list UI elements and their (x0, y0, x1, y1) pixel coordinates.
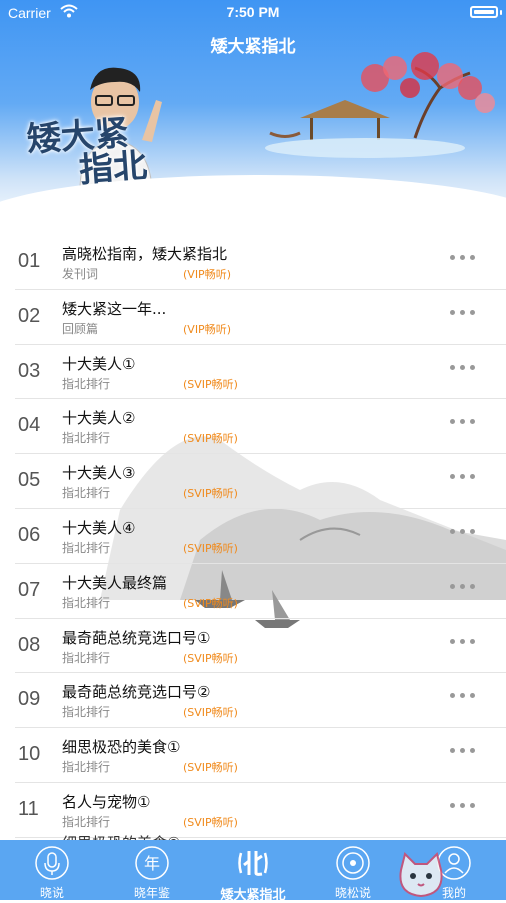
vip-badge: (SVIP畅听) (183, 815, 238, 829)
episode-row[interactable]: 11 名人与宠物① 指北排行 (SVIP畅听) (15, 783, 506, 838)
episode-category: 指北排行 (62, 486, 111, 501)
episode-number: 09 (18, 688, 41, 711)
status-bar: Carrier 7:50 PM (0, 0, 506, 26)
more-options-icon[interactable] (450, 474, 476, 480)
vip-badge: (SVIP畅听) (183, 432, 238, 446)
episode-row[interactable]: 09 最奇葩总统竞选口号② 指北排行 (SVIP畅听) (15, 673, 506, 729)
episode-title: 高晓松指南，矮大紧指北 (62, 245, 228, 263)
tab-label: 晓说 (39, 886, 64, 900)
episode-row[interactable]: 10 细思极恐的美食① 指北排行 (SVIP畅听) (15, 728, 506, 783)
episode-category: 指北排行 (62, 705, 111, 720)
tab-zhibei[interactable]: 矮大紧指北 (203, 840, 303, 903)
episode-category: 指北排行 (62, 595, 111, 610)
episode-number: 07 (18, 578, 41, 601)
more-options-icon[interactable] (450, 528, 476, 535)
more-options-icon[interactable] (450, 583, 476, 590)
episode-title: 十大美人最终篇 (62, 573, 168, 592)
episode-title: 十大美人① (62, 354, 136, 373)
episode-title: 最奇葩总统竞选口号① (62, 628, 211, 647)
clock: 7:50 PM (226, 4, 280, 20)
episode-number: 04 (18, 414, 41, 437)
tab-xiaosongshuo[interactable]: 晓松说 (303, 840, 403, 900)
episode-title: 十大美人④ (62, 518, 136, 537)
episode-category: 回顾篇 (62, 321, 99, 336)
north-logo-icon (238, 851, 268, 876)
vip-badge: (SVIP畅听) (183, 761, 238, 775)
episode-title: 十大美人③ (62, 464, 136, 483)
more-options-icon[interactable] (450, 693, 476, 699)
episode-row[interactable]: 02 矮大紧这一年... 回顾篇 (VIP畅听) (15, 290, 506, 345)
episode-number: 06 (18, 523, 41, 546)
vip-badge: (VIP畅听) (183, 268, 231, 281)
vip-badge: (SVIP畅听) (183, 651, 238, 665)
episode-row[interactable]: 08 最奇葩总统竞选口号① 指北排行 (SVIP畅听) (15, 619, 506, 674)
episode-number: 03 (18, 359, 41, 382)
episode-category: 发刊词 (62, 267, 99, 281)
vip-badge: (VIP畅听) (183, 322, 231, 336)
episode-title: 矮大紧这一年... (62, 299, 167, 318)
episode-number: 01 (18, 250, 41, 272)
vip-badge: (SVIP畅听) (183, 541, 238, 555)
tab-label: 晓松说 (334, 886, 371, 900)
more-options-icon[interactable] (450, 255, 476, 261)
year-icon: 年 (135, 846, 169, 880)
episode-title: 十大美人② (62, 409, 136, 428)
header-banner: 矮大紧指北 矮大紧 指北 (0, 0, 506, 230)
episode-category: 指北排行 (62, 431, 111, 446)
more-options-icon[interactable] (450, 802, 476, 809)
episode-number: 02 (18, 304, 41, 327)
episode-number: 11 (18, 797, 39, 820)
episode-category: 指北排行 (62, 760, 111, 775)
vip-badge: (SVIP畅听) (183, 706, 238, 720)
episode-number: 10 (18, 743, 41, 766)
episode-row[interactable]: 01 高晓松指南，矮大紧指北发刊词 (VIP畅听) (15, 235, 506, 290)
tab-nianjian[interactable]: 年 晓年鉴 (102, 840, 202, 900)
episode-row[interactable]: 07 十大美人最终篇指北排行 (SVIP畅听) (15, 564, 506, 619)
tab-label: 晓年鉴 (133, 886, 170, 900)
episode-category: 指北排行 (62, 814, 111, 829)
microphone-icon (35, 846, 69, 880)
episode-category: 指北排行 (62, 650, 111, 665)
episode-row[interactable]: 04 十大美人② 指北排行 (SVIP畅听) (15, 399, 506, 455)
episode-number: 08 (18, 633, 41, 656)
episode-category: 指北排行 (62, 540, 111, 555)
more-options-icon[interactable] (450, 748, 476, 754)
vip-badge: (SVIP畅听) (183, 487, 238, 501)
tab-xiaoshuo[interactable]: 晓说 (2, 840, 102, 900)
battery-icon (470, 6, 498, 18)
episode-category: 指北排行 (62, 376, 111, 391)
disc-icon (336, 846, 370, 880)
vip-badge: (SVIP畅听) (183, 596, 238, 610)
more-options-icon[interactable] (450, 309, 476, 316)
blossom-pavilion-painting (265, 52, 495, 158)
episode-title: 最奇葩总统竞选口号② (62, 683, 211, 702)
episode-title: 名人与宠物① (62, 792, 151, 811)
episode-number: 05 (18, 469, 41, 492)
cat-watermark-icon (399, 852, 443, 898)
episode-row[interactable]: 03 十大美人① 指北排行 (SVIP畅听) (15, 345, 506, 400)
svg-text:年: 年 (144, 854, 160, 873)
episode-row[interactable]: 05 十大美人③ 指北排行 (SVIP畅听) (15, 454, 506, 509)
episode-row[interactable]: 06 十大美人④ 指北排行 (SVIP畅听) (15, 509, 506, 564)
more-options-icon[interactable] (450, 364, 476, 371)
tab-label: 矮大紧指北 (220, 888, 286, 903)
more-options-icon[interactable] (450, 419, 476, 425)
battery-tip (500, 10, 502, 15)
more-options-icon[interactable] (450, 638, 476, 645)
episode-list: 01 高晓松指南，矮大紧指北发刊词 (VIP畅听) 02 矮大紧这一年... 回顾篇 (VI… (0, 235, 506, 838)
vip-badge: (SVIP畅听) (183, 377, 238, 391)
episode-title: 细思极恐的美食① (62, 738, 181, 757)
